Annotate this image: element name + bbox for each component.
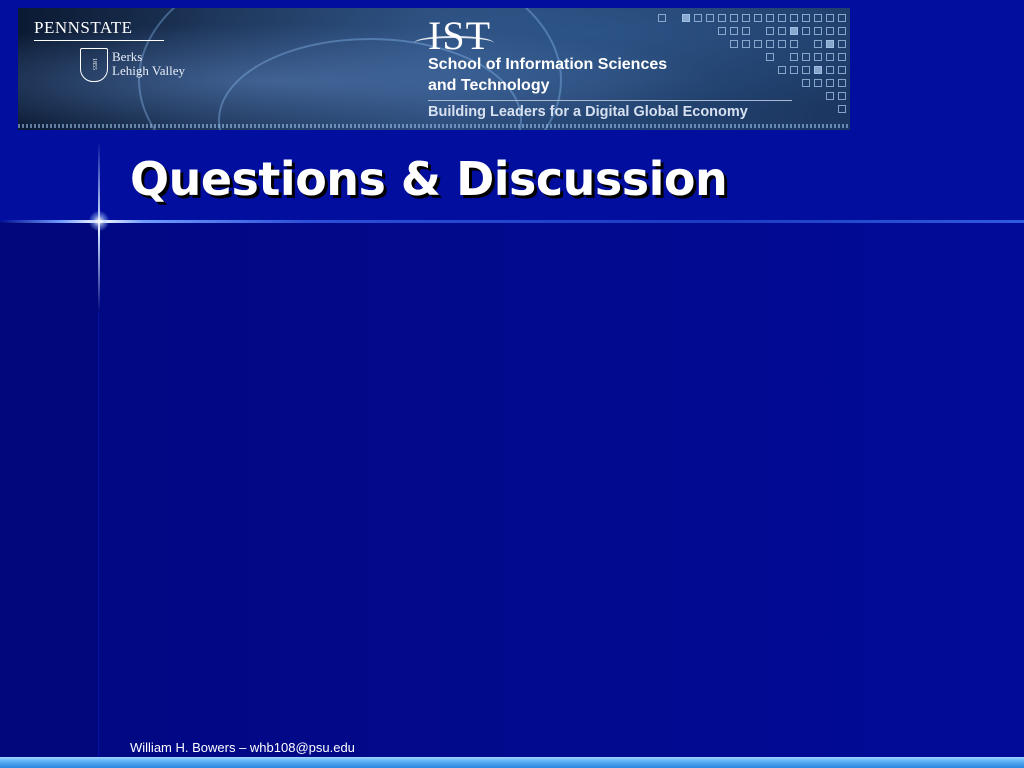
grid-square [682,14,690,22]
grid-square [658,14,666,22]
grid-square [814,79,822,87]
grid-square [838,27,846,35]
grid-square [778,66,786,74]
grid-square [826,14,834,22]
ist-logo: IST [428,13,491,58]
header-banner: PENNSTATE 1855 Berks Lehigh Valley IST S… [18,8,850,130]
grid-square [826,92,834,100]
campus-line-1: Berks [112,49,143,64]
light-flare-icon [89,211,109,231]
grid-square [838,66,846,74]
digital-grid-decoration [658,14,848,124]
grid-square [826,79,834,87]
grid-square [814,14,822,22]
grid-square [838,40,846,48]
grid-square [778,14,786,22]
pennstate-shield-icon: 1855 [80,48,108,82]
grid-square [838,92,846,100]
grid-square [742,14,750,22]
grid-square [826,27,834,35]
grid-square [826,40,834,48]
slide-footer: William H. Bowers – whb108@psu.edu [130,740,355,755]
ist-school-name: School of Information Sciences and Techn… [428,54,667,96]
grid-square [838,14,846,22]
grid-square [754,40,762,48]
horizontal-light-line [0,220,1024,223]
grid-square [814,40,822,48]
grid-square [838,53,846,61]
grid-square [826,66,834,74]
campus-name: Berks Lehigh Valley [112,50,185,78]
grid-square [766,14,774,22]
grid-square [754,14,762,22]
grid-square [790,14,798,22]
grid-square [814,27,822,35]
grid-square [766,40,774,48]
grid-square [742,40,750,48]
grid-square [838,79,846,87]
grid-square [766,27,774,35]
left-margin-strip [0,222,98,757]
grid-square [706,14,714,22]
pennstate-logo: PENNSTATE 1855 Berks Lehigh Valley [34,18,185,82]
grid-square [730,14,738,22]
grid-square [838,105,846,113]
vertical-rule-dim [98,312,99,757]
ist-school-line-1: School of Information Sciences [428,56,668,73]
grid-square [730,40,738,48]
grid-square [694,14,702,22]
grid-square [826,53,834,61]
footer-bar [0,757,1024,768]
grid-square [814,53,822,61]
slide-title: Questions & Discussion [130,152,728,206]
shield-year: 1855 [91,58,97,70]
grid-square [742,27,750,35]
grid-square [766,53,774,61]
grid-square [718,27,726,35]
grid-square [802,14,810,22]
grid-square [802,27,810,35]
pennstate-underline [34,40,164,41]
grid-square [814,66,822,74]
grid-square [778,40,786,48]
grid-square [790,53,798,61]
campus-line-2: Lehigh Valley [112,63,186,78]
grid-square [802,79,810,87]
grid-square [790,66,798,74]
slide-body [0,222,1024,757]
grid-square [790,27,798,35]
ist-school-line-2: and Technology [428,77,550,94]
grid-square [778,27,786,35]
grid-square [802,53,810,61]
grid-square [790,40,798,48]
banner-dotted-rule [18,124,850,128]
grid-square [802,66,810,74]
grid-square [730,27,738,35]
pennstate-wordmark: PENNSTATE [34,18,133,37]
grid-square [718,14,726,22]
